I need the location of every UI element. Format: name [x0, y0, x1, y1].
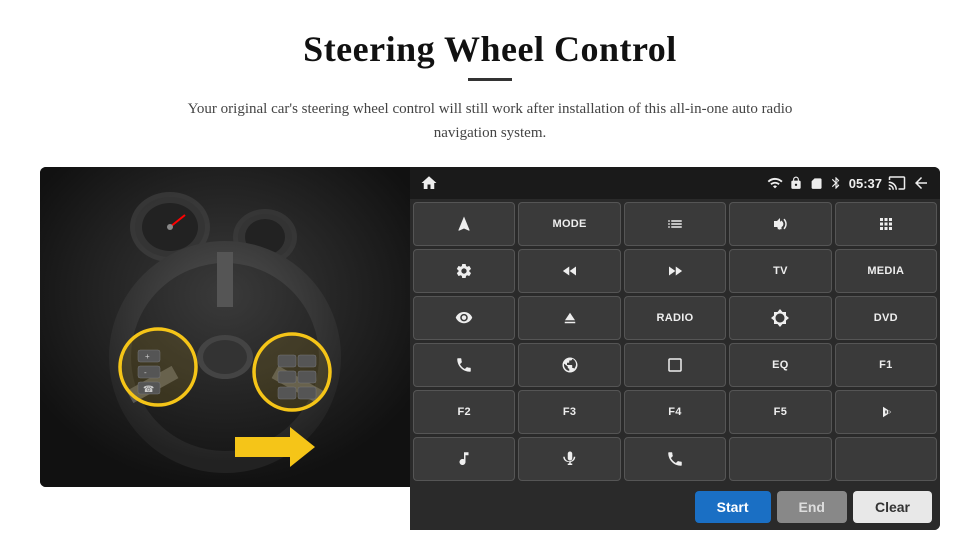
- f2-btn[interactable]: F2: [413, 390, 515, 434]
- svg-text:+: +: [145, 352, 150, 361]
- clear-button[interactable]: Clear: [853, 491, 932, 523]
- rectangle-btn[interactable]: [624, 343, 726, 387]
- sim-icon: [809, 176, 823, 190]
- screen-mirror-icon: [888, 174, 906, 192]
- start-button[interactable]: Start: [695, 491, 771, 523]
- status-bar-left: [420, 174, 438, 192]
- dvd-btn[interactable]: DVD: [835, 296, 937, 340]
- brightness-btn[interactable]: [729, 296, 831, 340]
- media-btn[interactable]: MEDIA: [835, 249, 937, 293]
- f3-btn[interactable]: F3: [518, 390, 620, 434]
- svg-text:-: -: [144, 368, 147, 377]
- status-bar-right: 05:37: [767, 174, 930, 192]
- svg-text:☎: ☎: [143, 384, 154, 394]
- wifi-icon: [767, 175, 783, 191]
- empty-btn-2: [835, 437, 937, 481]
- back-icon[interactable]: [912, 174, 930, 192]
- music-btn[interactable]: [413, 437, 515, 481]
- browser-btn[interactable]: [518, 343, 620, 387]
- empty-btn-1: [729, 437, 831, 481]
- mode-btn[interactable]: MODE: [518, 202, 620, 246]
- f1-btn[interactable]: F1: [835, 343, 937, 387]
- f5-btn[interactable]: F5: [729, 390, 831, 434]
- tv-btn[interactable]: TV: [729, 249, 831, 293]
- page-subtitle: Your original car's steering wheel contr…: [160, 97, 820, 145]
- home-icon[interactable]: [420, 174, 438, 192]
- bottom-action-bar: Start End Clear: [410, 484, 940, 530]
- fast-forward-btn[interactable]: [624, 249, 726, 293]
- steering-wheel-image: + - ☎: [40, 167, 410, 487]
- lock-icon: [789, 176, 803, 190]
- status-time: 05:37: [849, 176, 882, 191]
- rewind-btn[interactable]: [518, 249, 620, 293]
- mute-btn[interactable]: [729, 202, 831, 246]
- title-divider: [468, 78, 512, 81]
- list-btn[interactable]: [624, 202, 726, 246]
- microphone-btn[interactable]: [518, 437, 620, 481]
- play-pause-btn[interactable]: [835, 390, 937, 434]
- eject-btn[interactable]: [518, 296, 620, 340]
- phone-btn[interactable]: [413, 343, 515, 387]
- page-title: Steering Wheel Control: [303, 28, 677, 70]
- status-bar: 05:37: [410, 167, 940, 199]
- content-row: + - ☎: [40, 167, 940, 530]
- settings-circle-btn[interactable]: [413, 249, 515, 293]
- bluetooth-icon: [829, 176, 843, 190]
- navigate-btn[interactable]: [413, 202, 515, 246]
- radio-btn[interactable]: RADIO: [624, 296, 726, 340]
- 360cam-btn[interactable]: [413, 296, 515, 340]
- eq-btn[interactable]: EQ: [729, 343, 831, 387]
- end-button[interactable]: End: [777, 491, 847, 523]
- head-unit-panel: 05:37 MODE: [410, 167, 940, 530]
- f4-btn[interactable]: F4: [624, 390, 726, 434]
- page-wrapper: Steering Wheel Control Your original car…: [0, 0, 980, 544]
- apps-btn[interactable]: [835, 202, 937, 246]
- button-grid: MODE TV: [410, 199, 940, 484]
- call-btn[interactable]: [624, 437, 726, 481]
